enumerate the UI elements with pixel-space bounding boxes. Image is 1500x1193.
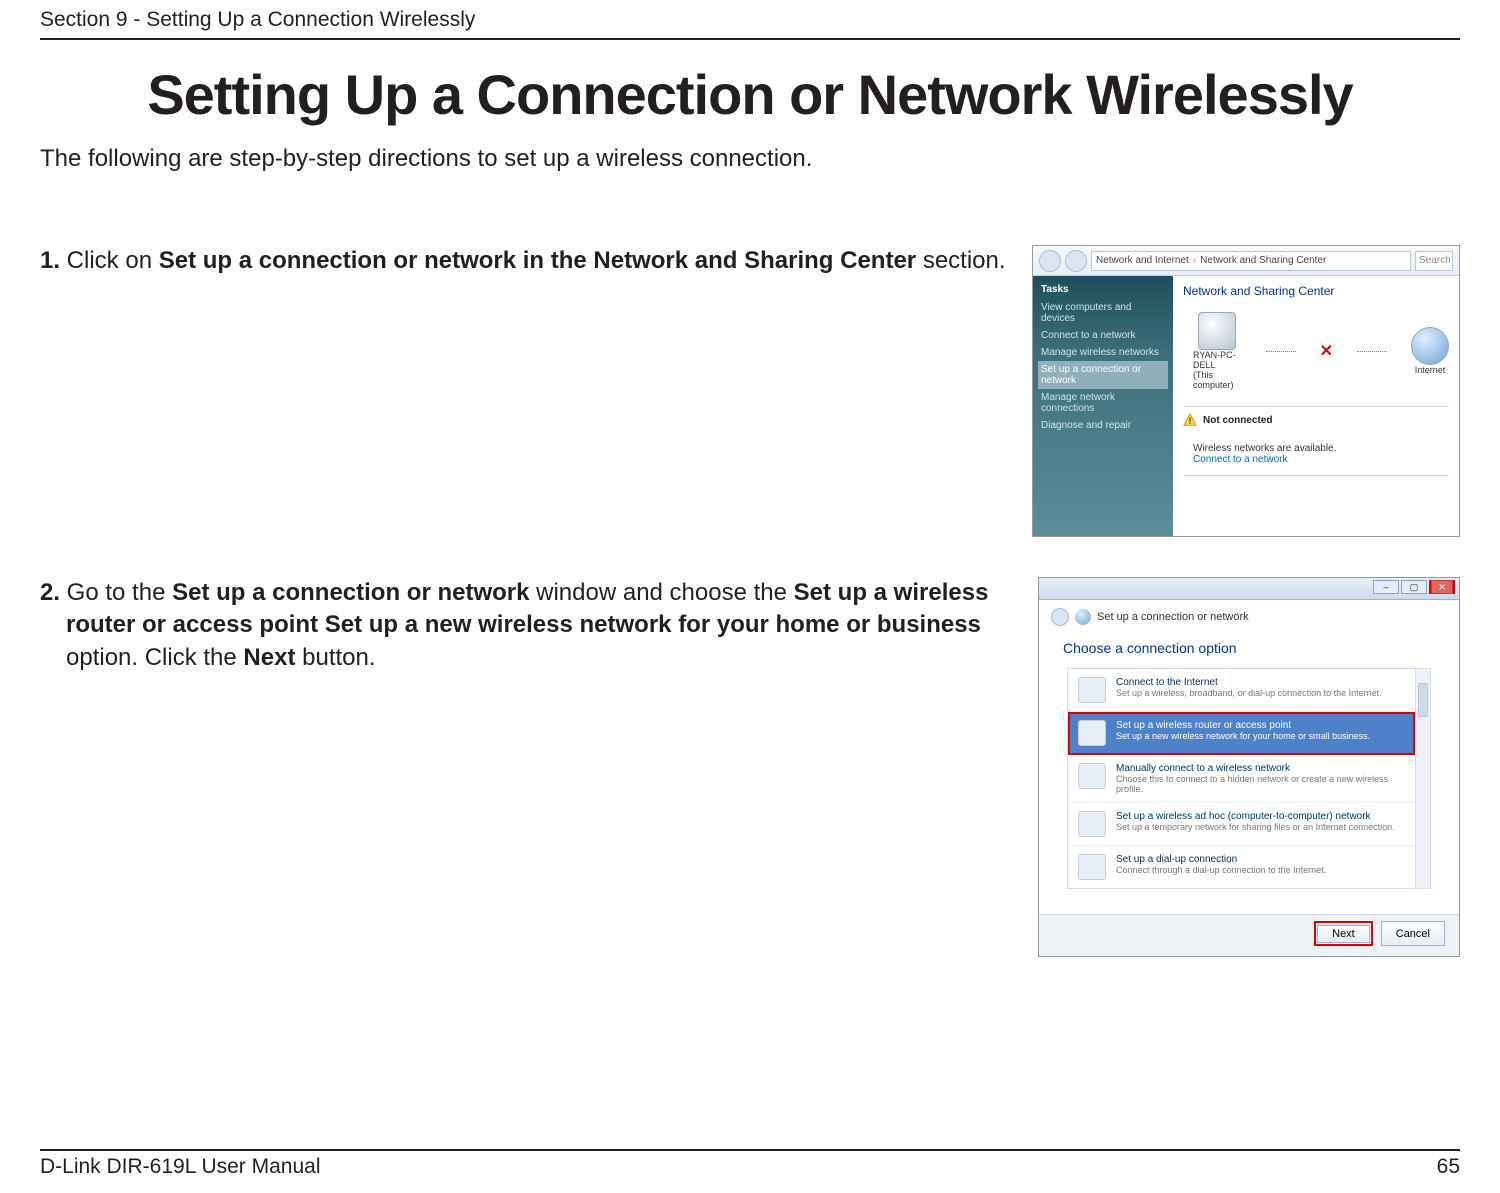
adhoc-icon <box>1078 811 1106 837</box>
option-manual-wireless[interactable]: Manually connect to a wireless networkCh… <box>1068 755 1415 803</box>
step-2-bold-3: Next <box>243 644 295 671</box>
step-1-post: section. <box>916 247 1005 274</box>
not-connected-label: Not connected <box>1203 415 1272 426</box>
disconnected-x-icon: ✕ <box>1320 341 1333 361</box>
connection-line-left <box>1266 351 1296 352</box>
computer-icon <box>1198 312 1236 350</box>
node-pc-name: RYAN-PC-DELL <box>1193 350 1242 370</box>
globe-monitor-icon <box>1078 677 1106 703</box>
node-internet: Internet <box>1411 327 1449 375</box>
sidebar-item-view-computers[interactable]: View computers and devices <box>1041 299 1165 327</box>
cancel-button[interactable]: Cancel <box>1381 921 1445 946</box>
page-footer: D-Link DIR-619L User Manual 65 <box>40 1149 1460 1179</box>
wizard-titlebar: – ▢ ✕ <box>1039 578 1459 600</box>
step-1-bold: Set up a connection or network in the Ne… <box>159 247 916 274</box>
step-2-number: 2. <box>40 579 60 606</box>
option-sub: Connect through a dial-up connection to … <box>1116 865 1326 875</box>
status-not-connected: Not connected <box>1183 406 1449 437</box>
option-setup-wireless-router[interactable]: Set up a wireless router or access point… <box>1068 712 1415 755</box>
close-button-highlight: ✕ <box>1429 580 1455 594</box>
nsc-heading: Network and Sharing Center <box>1183 284 1449 298</box>
wizard-title: Set up a connection or network <box>1097 611 1249 623</box>
sidebar-item-connect-network[interactable]: Connect to a network <box>1041 327 1165 344</box>
sidebar-item-manage-connections[interactable]: Manage network connections <box>1041 389 1165 417</box>
tasks-sidebar: Tasks View computers and devices Connect… <box>1033 276 1173 536</box>
wizard-back-icon[interactable] <box>1051 608 1069 626</box>
connection-line-right <box>1357 351 1387 352</box>
breadcrumb[interactable]: Network and Internet › Network and Shari… <box>1091 251 1411 271</box>
dialup-icon <box>1078 854 1106 880</box>
option-adhoc-network[interactable]: Set up a wireless ad hoc (computer-to-co… <box>1068 803 1415 846</box>
option-title: Set up a wireless router or access point <box>1116 720 1370 731</box>
node-this-computer: RYAN-PC-DELL (This computer) <box>1193 312 1242 390</box>
intro-text: The following are step-by-step direction… <box>40 145 1460 173</box>
option-title: Set up a dial-up connection <box>1116 854 1326 865</box>
connect-to-network-link[interactable]: Connect to a network <box>1193 454 1449 465</box>
nsc-main-panel: Network and Sharing Center RYAN-PC-DELL … <box>1173 276 1459 536</box>
step-1-text: 1. Click on Set up a connection or netwo… <box>40 245 1012 277</box>
wizard-header-row: Set up a connection or network <box>1039 600 1459 634</box>
footer-manual-label: D-Link DIR-619L User Manual <box>40 1155 321 1179</box>
next-button[interactable]: Next <box>1317 925 1370 943</box>
next-button-highlight: Next <box>1314 921 1373 946</box>
nav-back-icon[interactable] <box>1039 250 1061 272</box>
screenshot-setup-connection-wizard: – ▢ ✕ Set up a connection or network Cho… <box>1038 577 1460 957</box>
option-sub: Set up a new wireless network for your h… <box>1116 731 1370 741</box>
node-pc-sub: (This computer) <box>1193 370 1242 390</box>
step-2-post: button. <box>295 644 375 671</box>
step-2-bold-1: Set up a connection or network <box>172 579 529 606</box>
router-icon <box>1078 720 1106 746</box>
step-2-pre: Go to the <box>60 579 172 606</box>
close-button[interactable]: ✕ <box>1431 580 1453 594</box>
wireless-icon <box>1078 763 1106 789</box>
network-diagram: RYAN-PC-DELL (This computer) ✕ Internet <box>1193 312 1449 390</box>
wizard-button-row: Next Cancel <box>1314 921 1445 946</box>
connection-options-list: Connect to the InternetSet up a wireless… <box>1067 668 1431 889</box>
footer-page-number: 65 <box>1437 1155 1460 1179</box>
divider <box>1183 475 1449 476</box>
step-2-mid2: option. Click the <box>66 644 243 671</box>
option-title: Connect to the Internet <box>1116 677 1382 688</box>
globe-icon <box>1411 327 1449 365</box>
option-sub: Set up a temporary network for sharing f… <box>1116 822 1395 832</box>
step-2-text: 2. Go to the Set up a connection or netw… <box>40 577 1018 674</box>
wireless-available-msg: Wireless networks are available. <box>1193 443 1449 454</box>
breadcrumb-seg-1: Network and Internet <box>1096 255 1189 266</box>
minimize-button[interactable]: – <box>1373 580 1399 594</box>
scrollbar-thumb[interactable] <box>1418 683 1428 717</box>
breadcrumb-seg-2: Network and Sharing Center <box>1200 255 1326 266</box>
screenshot-network-sharing-center: Network and Internet › Network and Shari… <box>1032 245 1460 537</box>
section-header: Section 9 - Setting Up a Connection Wire… <box>40 0 1460 40</box>
search-input[interactable]: Search <box>1415 251 1453 271</box>
explorer-toolbar: Network and Internet › Network and Shari… <box>1033 246 1459 276</box>
node-internet-label: Internet <box>1415 365 1446 375</box>
option-sub: Set up a wireless, broadband, or dial-up… <box>1116 688 1382 698</box>
page-title: Setting Up a Connection or Network Wirel… <box>40 62 1460 127</box>
wizard-globe-icon <box>1075 609 1091 625</box>
option-sub: Choose this to connect to a hidden netwo… <box>1116 774 1405 794</box>
nav-forward-icon[interactable] <box>1065 250 1087 272</box>
maximize-button[interactable]: ▢ <box>1401 580 1427 594</box>
wizard-subheading: Choose a connection option <box>1039 634 1459 668</box>
warning-icon <box>1183 413 1197 427</box>
step-1-pre: Click on <box>60 247 159 274</box>
option-title: Manually connect to a wireless network <box>1116 763 1405 774</box>
sidebar-item-diagnose-repair[interactable]: Diagnose and repair <box>1041 417 1165 434</box>
step-2-row: 2. Go to the Set up a connection or netw… <box>40 577 1460 957</box>
step-2-mid1: window and choose the <box>529 579 793 606</box>
option-connect-internet[interactable]: Connect to the InternetSet up a wireless… <box>1068 669 1415 712</box>
step-1-row: 1. Click on Set up a connection or netwo… <box>40 245 1460 537</box>
option-title: Set up a wireless ad hoc (computer-to-co… <box>1116 811 1395 822</box>
option-dialup[interactable]: Set up a dial-up connectionConnect throu… <box>1068 846 1415 888</box>
scrollbar[interactable] <box>1415 669 1430 888</box>
chevron-right-icon: › <box>1193 255 1196 266</box>
tasks-header: Tasks <box>1041 284 1165 295</box>
sidebar-item-manage-wireless[interactable]: Manage wireless networks <box>1041 344 1165 361</box>
step-1-number: 1. <box>40 247 60 274</box>
sidebar-item-setup-connection[interactable]: Set up a connection or network <box>1038 361 1168 389</box>
